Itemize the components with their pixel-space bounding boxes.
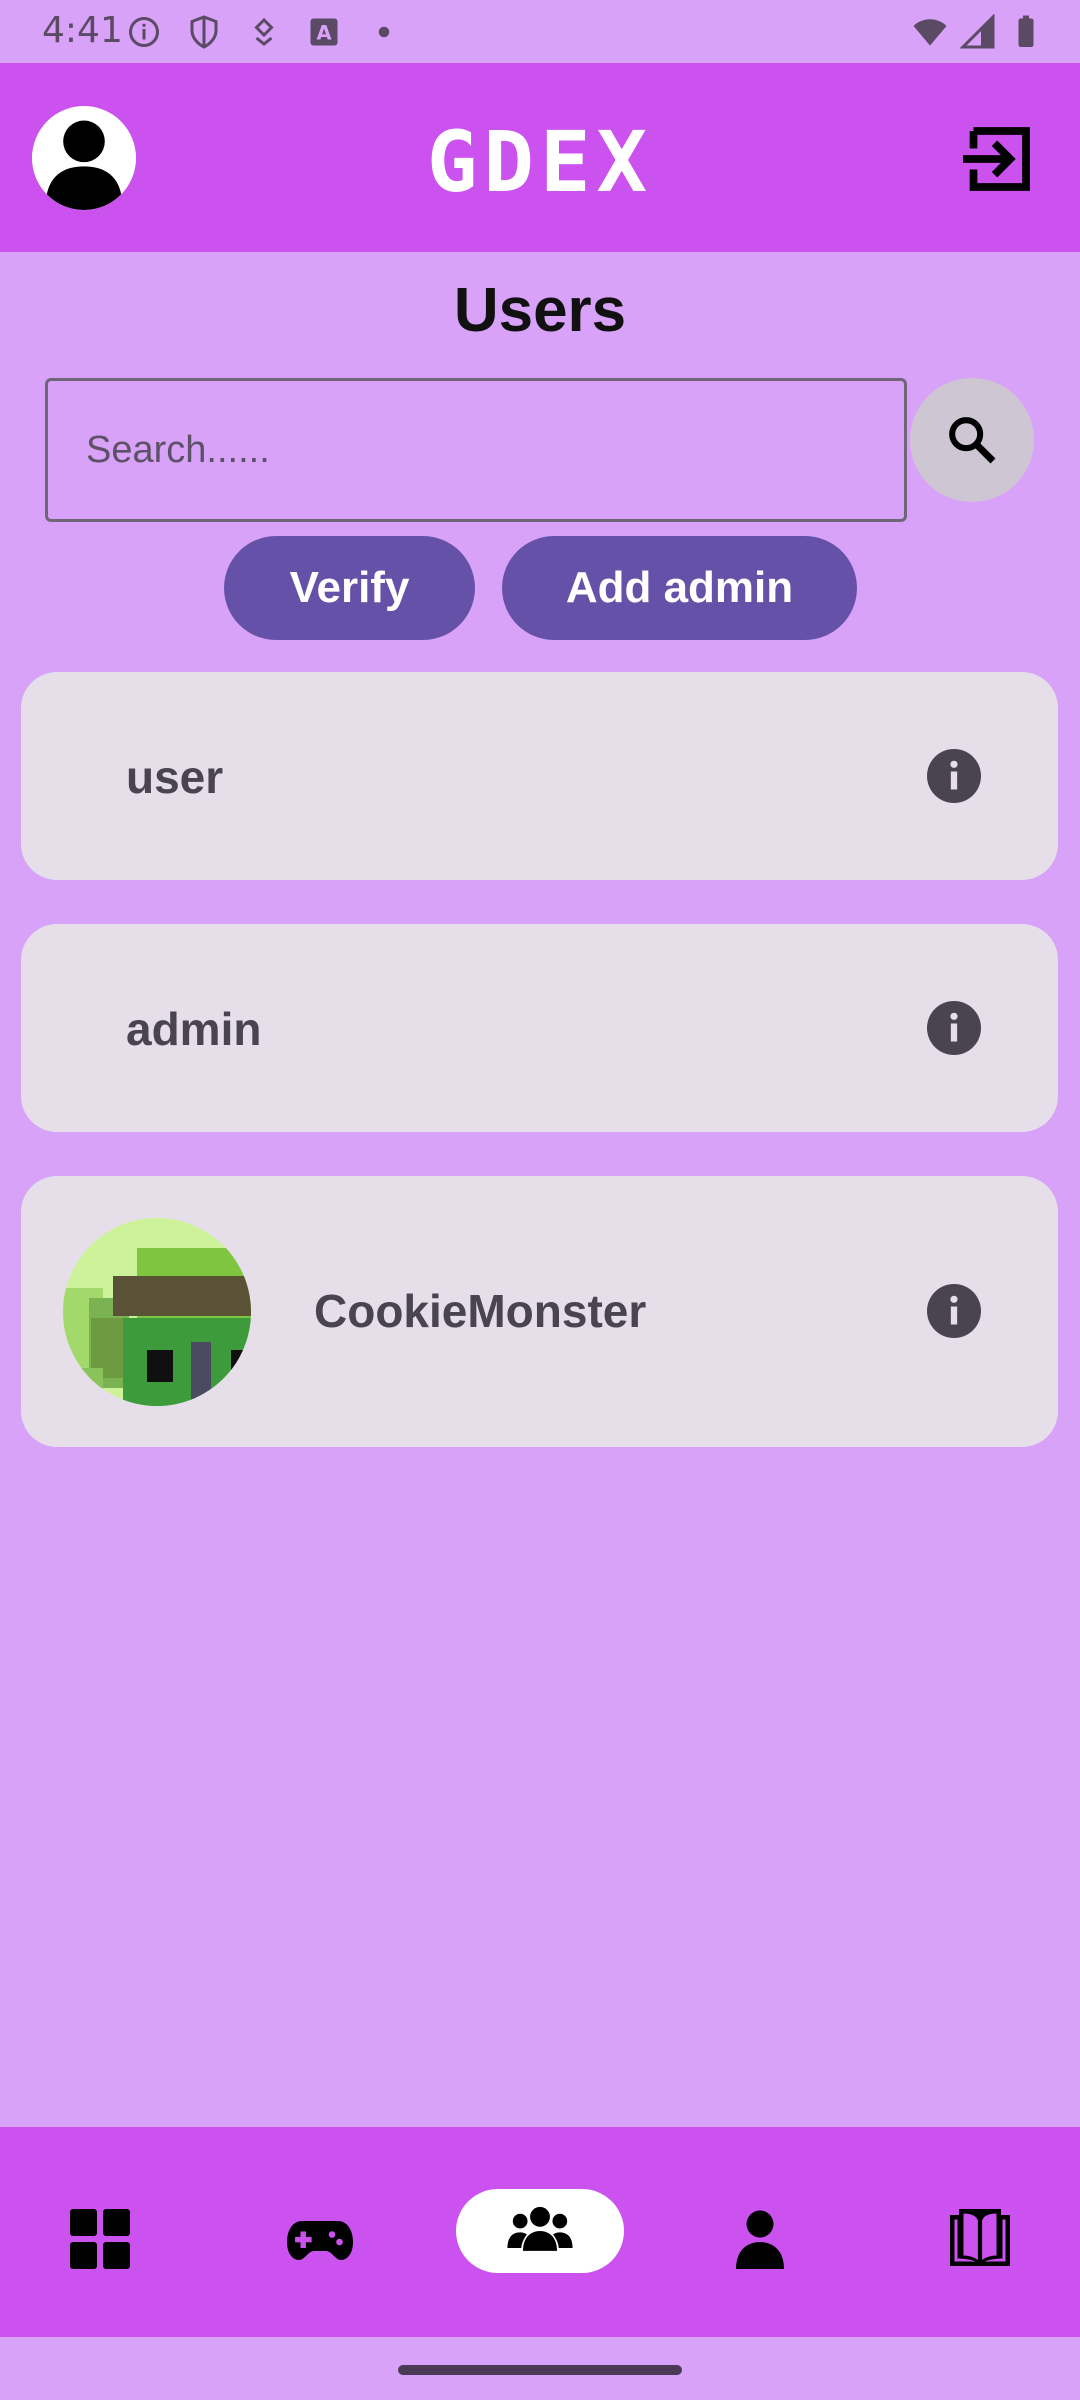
add-admin-button[interactable]: Add admin	[502, 536, 857, 640]
search-input[interactable]	[45, 378, 907, 522]
app-title: GDEX	[426, 113, 654, 211]
info-icon[interactable]	[927, 749, 981, 803]
book-icon	[950, 2209, 1010, 2266]
info-icon[interactable]	[927, 1001, 981, 1055]
nav-profile[interactable]	[710, 2189, 810, 2289]
app-bar: GDEX	[0, 63, 1080, 252]
bottom-navigation	[0, 2127, 1080, 2337]
nav-games[interactable]	[270, 2189, 370, 2289]
user-card[interactable]: CookieMonster	[21, 1176, 1058, 1447]
user-name: user	[126, 751, 224, 803]
user-name: admin	[126, 1003, 262, 1055]
user-card[interactable]: admin	[21, 924, 1058, 1132]
shield-icon	[190, 15, 218, 49]
nav-library[interactable]	[930, 2189, 1030, 2289]
wifi-icon	[913, 19, 947, 46]
page-title: Users	[453, 276, 627, 345]
status-icons-left: A	[126, 14, 402, 50]
home-indicator[interactable]	[398, 2365, 682, 2375]
battery-icon	[1018, 15, 1034, 47]
verify-button[interactable]: Verify	[224, 536, 475, 640]
search-button[interactable]	[910, 378, 1034, 502]
dashboard-icon	[70, 2209, 130, 2269]
svg-text:A: A	[316, 22, 331, 45]
search-icon	[949, 417, 996, 464]
nav-dashboard[interactable]	[50, 2189, 150, 2289]
gamepad-icon	[287, 2221, 353, 2260]
group-icon	[507, 2206, 573, 2251]
person-icon	[736, 2210, 784, 2269]
user-card[interactable]: user	[21, 672, 1058, 880]
status-icons-right	[912, 14, 1044, 50]
logout-icon[interactable]	[956, 117, 1040, 201]
nav-users[interactable]	[456, 2189, 624, 2273]
info-icon[interactable]	[927, 1284, 981, 1338]
user-avatar	[63, 1218, 251, 1406]
status-time: 4:41	[42, 10, 123, 51]
download-icon	[254, 17, 274, 46]
info-icon	[129, 17, 159, 47]
dot-icon	[378, 26, 390, 38]
user-name: CookieMonster	[314, 1285, 647, 1337]
signal-icon	[960, 14, 995, 49]
text-icon: A	[310, 18, 338, 46]
status-bar: 4:41 A	[0, 0, 1080, 63]
